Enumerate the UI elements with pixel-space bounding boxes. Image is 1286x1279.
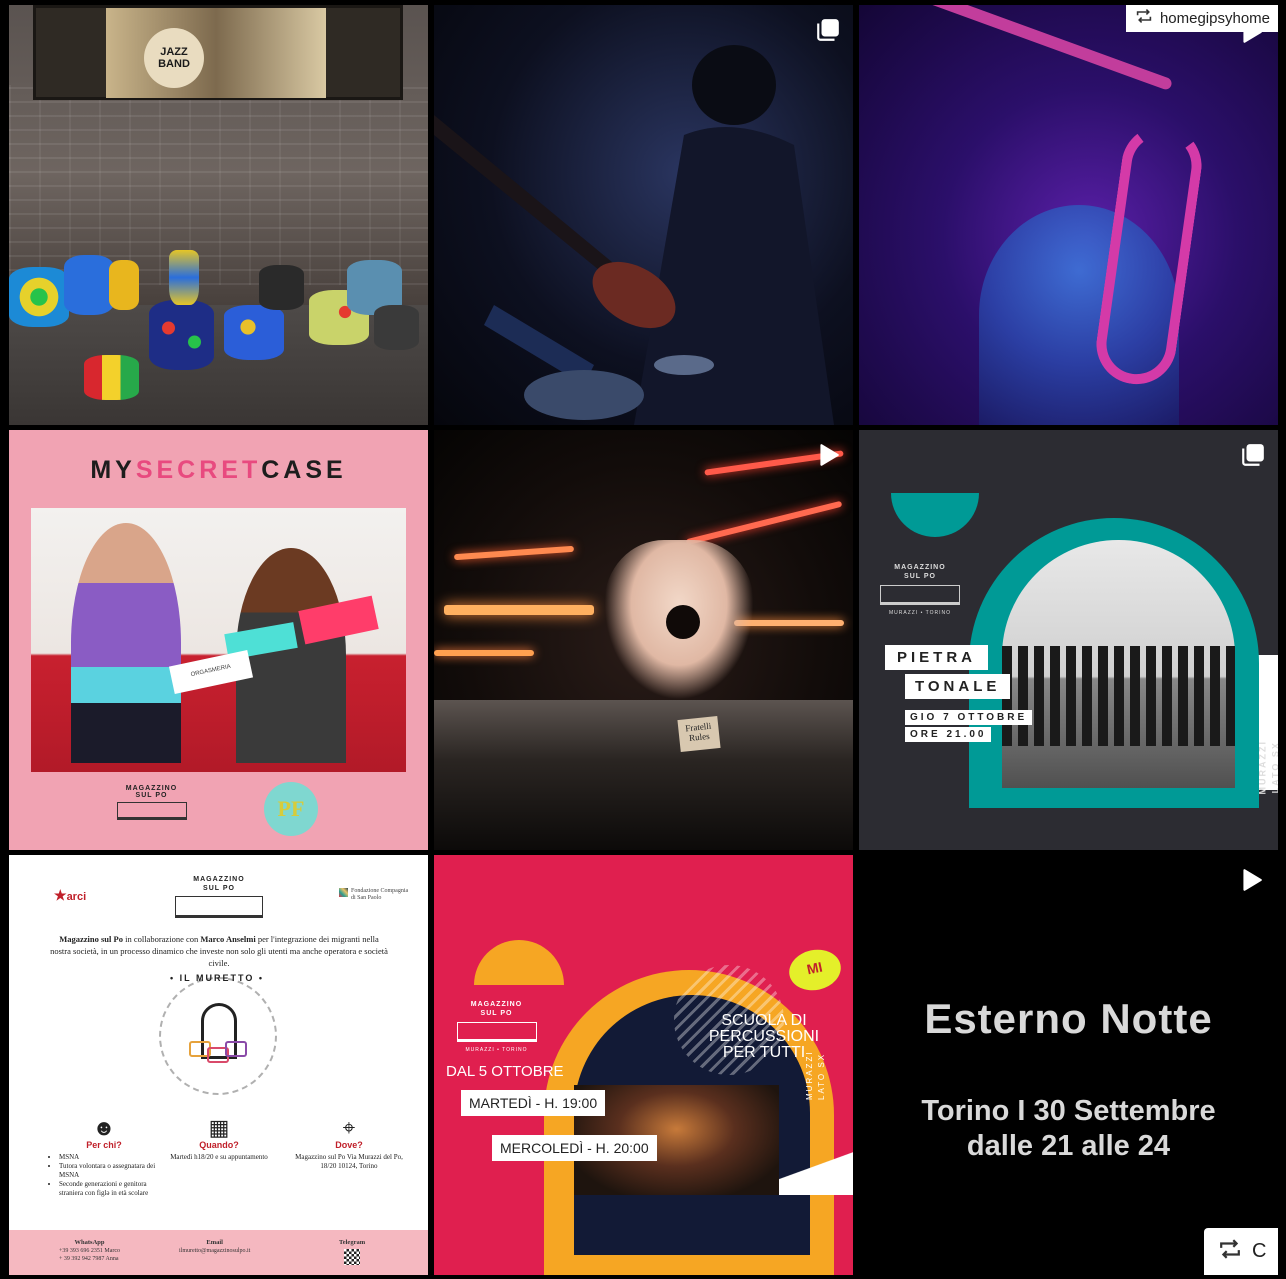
drum: [169, 250, 199, 305]
repost-username: C: [1252, 1240, 1267, 1262]
speech-bubbles-icon: [189, 1041, 249, 1071]
person: [71, 523, 181, 763]
repost-tag[interactable]: homegipsyhome: [1125, 5, 1278, 32]
bass-player-silhouette: [434, 45, 834, 425]
post-grid: JAZZ BAND homegipsyhome MYSECRETCASE ORG…: [0, 0, 1286, 1279]
brick-wall: [9, 85, 428, 285]
venue-vertical-text: MURAZZI LATO SX: [805, 1050, 826, 1100]
drum: [149, 300, 214, 370]
magazzino-logo: MAGAZZINO SUL PO MURAZZI • TORINO: [454, 1000, 539, 1055]
intro-text: Magazzino sul Po in collaborazione con M…: [50, 934, 388, 968]
arci-logo: ★arci: [54, 887, 87, 903]
post-tile-jazz-band[interactable]: JAZZ BAND: [9, 5, 428, 425]
muretto-emblem-text: • IL MURETTO •: [170, 973, 264, 983]
poster-photo: ORGASMERIA: [31, 508, 406, 772]
jazz-band-logo: JAZZ BAND: [144, 28, 204, 88]
multi-photo-icon: [1240, 442, 1266, 468]
video-title: Esterno Notte: [924, 995, 1213, 1042]
magazzino-logo: MAGAZZINO SUL PO MURAZZI • TORINO: [879, 563, 961, 618]
schedule-wednesday: MERCOLEDÌ - H. 20:00: [492, 1135, 657, 1161]
drum: [9, 267, 69, 327]
fondazione-logo: Fondazione Compagnia di San Paolo: [339, 888, 409, 902]
post-tile-il-muretto[interactable]: ★arci MAGAZZINO SUL PO Fondazione Compag…: [9, 855, 428, 1275]
info-per-chi: ☻ Per chi? MSNA Tutora volontara o asseg…: [49, 1115, 159, 1198]
repost-tag[interactable]: C: [1204, 1228, 1278, 1275]
tile-background: [859, 855, 1278, 1275]
drum: [374, 305, 419, 350]
info-quando: ▦ Quando? Martedì h18/20 e su appuntamen…: [164, 1115, 274, 1162]
schedule-tuesday: MARTEDÌ - H. 19:00: [461, 1090, 606, 1116]
person-question-icon: ☻: [92, 1115, 116, 1140]
post-tile-my-secret-case[interactable]: MYSECRETCASE ORGASMERIA MAGAZZINO SUL PO…: [9, 430, 428, 850]
magazzino-logo: MAGAZZINO SUL PO: [174, 875, 264, 918]
dj-deck: [434, 700, 853, 850]
calendar-icon: ▦: [208, 1115, 230, 1140]
deck-sticker: Fratelli Rules: [677, 715, 721, 753]
event-date: GIO 7 OTTOBRE: [905, 710, 1033, 725]
post-tile-scuola-percussioni[interactable]: MAGAZZINO SUL PO MURAZZI • TORINO MI SCU…: [434, 855, 853, 1275]
play-icon: [1238, 867, 1264, 893]
contact-telegram: Telegram: [339, 1239, 365, 1265]
info-dove: ⌖ Dove? Magazzino sul Po Via Murazzi del…: [295, 1115, 403, 1170]
drum: [64, 255, 114, 315]
video-subtitle-line2: dalle 21 alle 24: [966, 1130, 1171, 1162]
map-pin-icon: ⌖: [342, 1115, 356, 1140]
post-tile-pietra-tonale[interactable]: MAGAZZINO SUL PO MURAZZI • TORINO PIETRA…: [859, 430, 1278, 850]
drum: [259, 265, 304, 310]
play-icon: [815, 442, 841, 468]
pf-logo: PF: [264, 782, 318, 836]
light-streak: [444, 605, 594, 615]
post-tile-dj-hands[interactable]: Fratelli Rules: [434, 430, 853, 850]
video-subtitle-line1: Torino I 30 Settembre: [921, 1095, 1216, 1127]
qr-code: [344, 1249, 361, 1265]
event-start: DAL 5 OTTOBRE: [446, 1063, 564, 1080]
event-title-line1: PIETRA: [885, 645, 989, 670]
event-title-line2: TONALE: [905, 674, 1011, 699]
repost-icon: [1216, 1238, 1244, 1266]
drum: [224, 305, 284, 360]
post-tile-esterno-notte[interactable]: Esterno Notte Torino I 30 Settembre dall…: [859, 855, 1278, 1275]
poster-title: MYSECRETCASE: [90, 456, 347, 484]
repost-icon: [1134, 8, 1154, 28]
contact-email: Email ilmuretto@magazzinosulpo.it: [179, 1239, 251, 1254]
contact-whatsapp: WhatsApp +39 393 696 2351 Marco + 39 392…: [59, 1239, 121, 1262]
repost-username: homegipsyhome: [1159, 9, 1270, 27]
event-time: ORE 21.00: [905, 727, 992, 742]
venue-vertical-text: MURAZZI LATO SX: [1257, 740, 1278, 795]
multi-photo-icon: [815, 17, 841, 43]
drum: [109, 260, 139, 310]
magazzino-logo: MAGAZZINO SUL PO: [114, 785, 189, 835]
post-tile-bass-player[interactable]: [434, 5, 853, 425]
decor-shape: [779, 1150, 853, 1195]
drum: [84, 355, 139, 400]
jazz-band-poster: JAZZ BAND: [33, 5, 403, 100]
hands-heart-gap: [666, 605, 700, 639]
band-members: [1002, 646, 1235, 746]
post-tile-saxophone[interactable]: homegipsyhome: [859, 5, 1278, 425]
light-streak: [434, 650, 534, 656]
